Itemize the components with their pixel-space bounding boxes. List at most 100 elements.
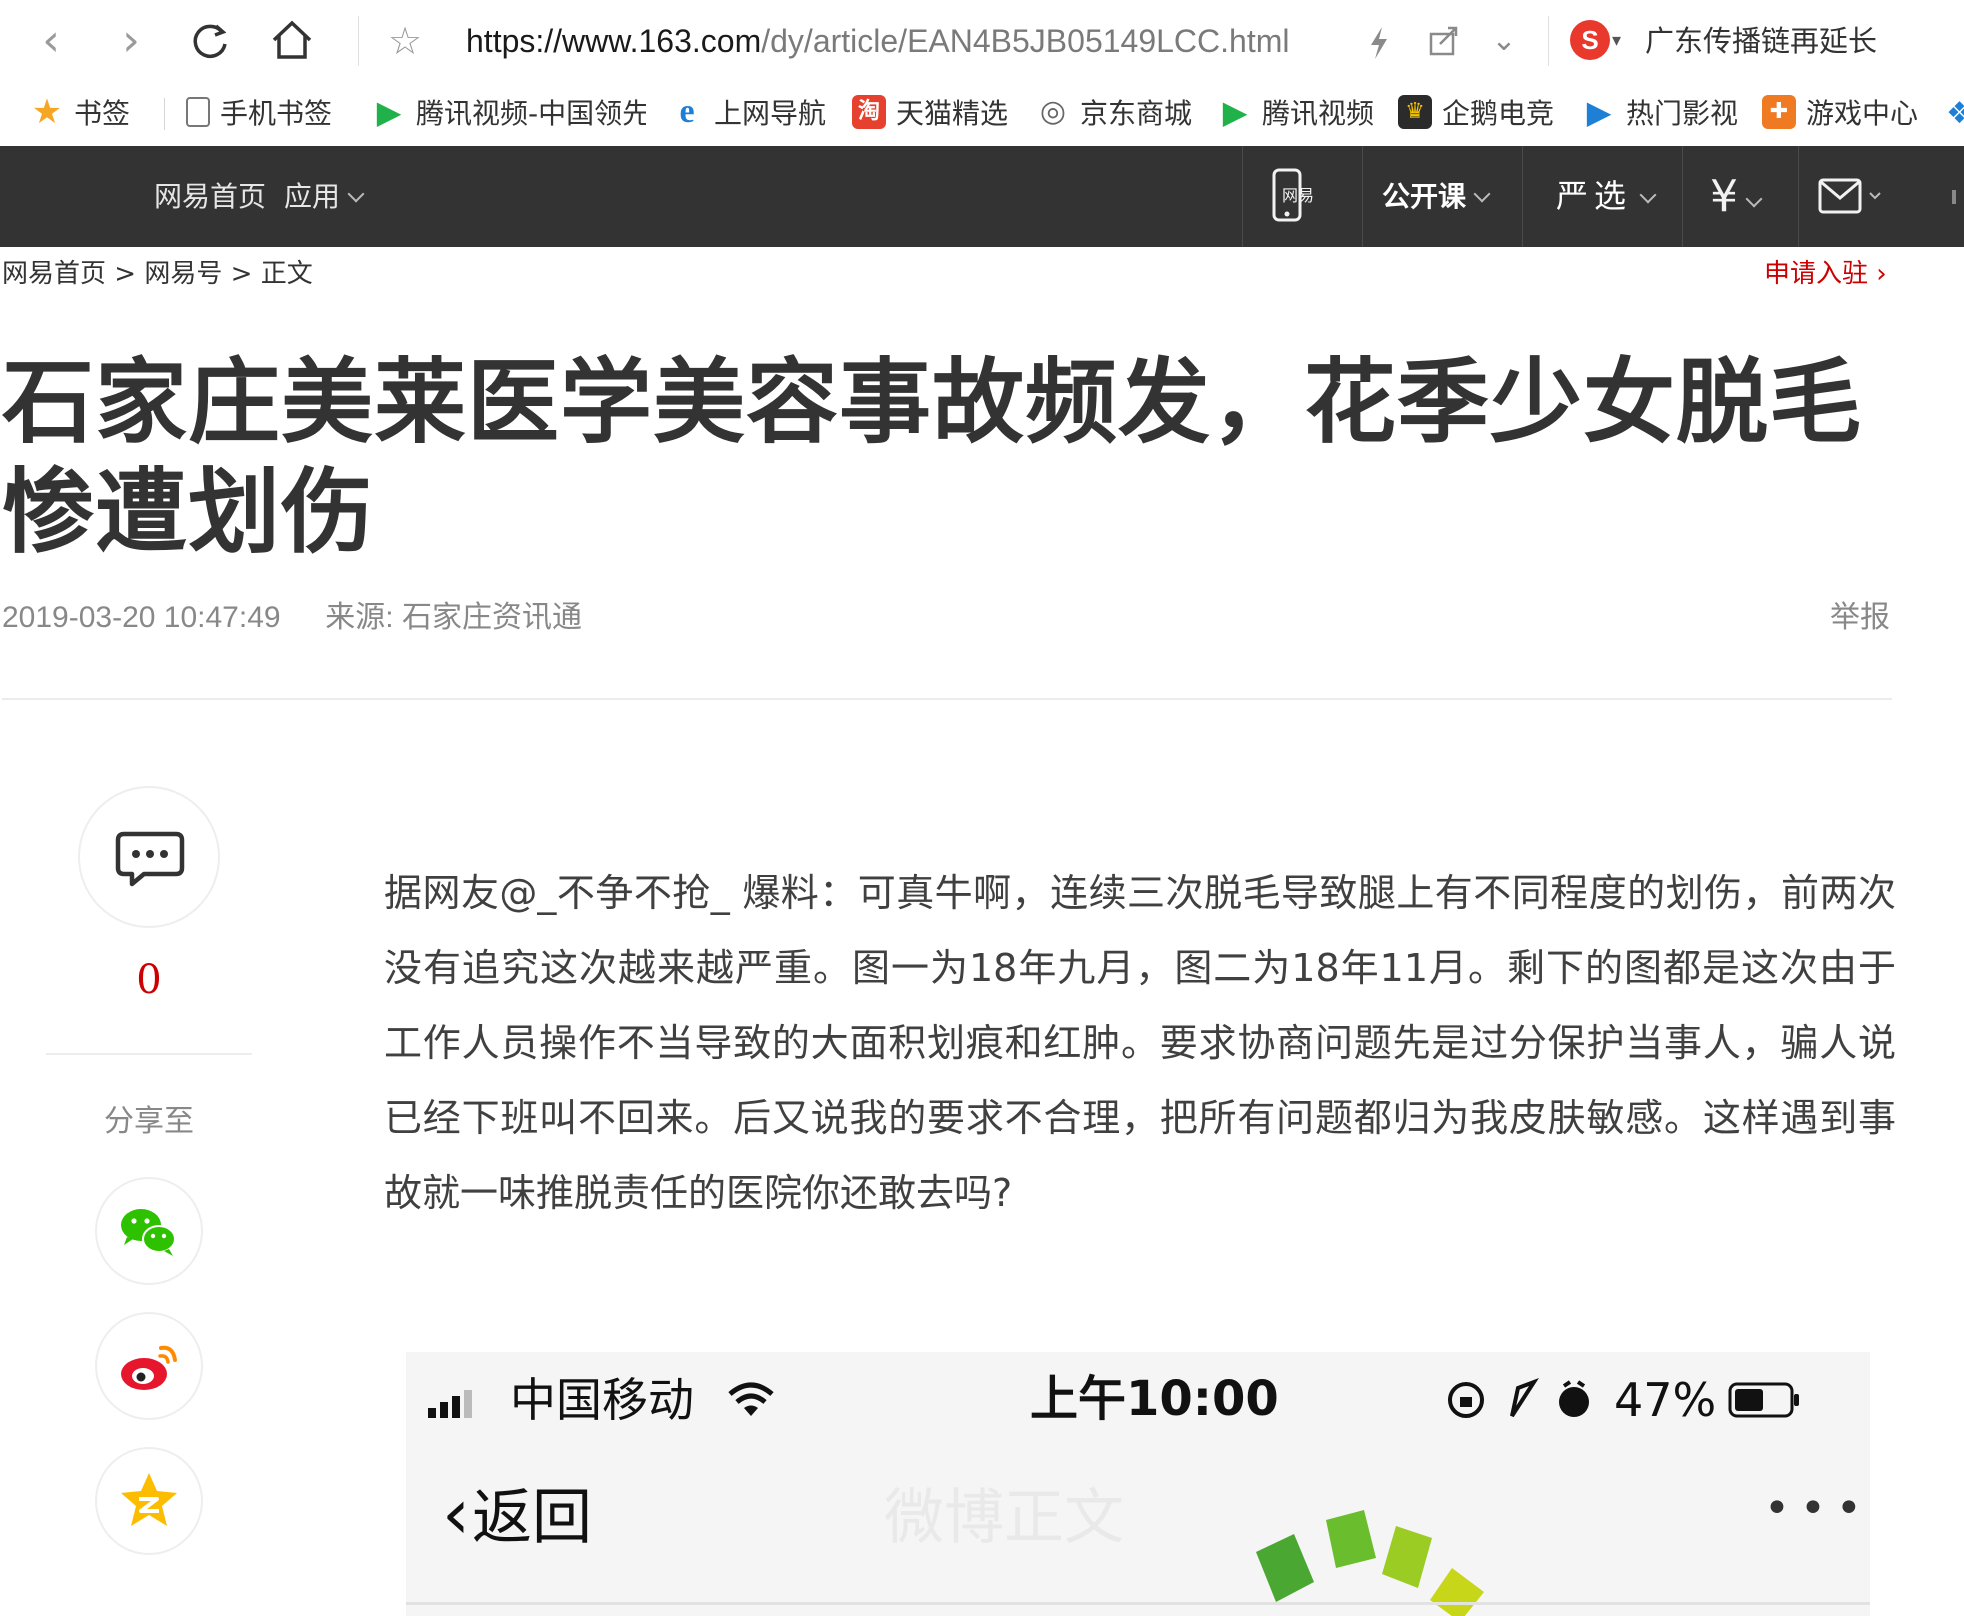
report-link[interactable]: 举报 [1830, 598, 1890, 638]
header-divider [1798, 146, 1799, 247]
globe-icon: ◎ [1039, 94, 1067, 129]
bookmark-item-penguin-esports[interactable]: ♛ 企鹅电竞 [1398, 82, 1554, 146]
status-icons [1444, 1378, 1594, 1422]
header-mail-menu[interactable] [1818, 176, 1890, 218]
tencent-video-icon: ▶ [376, 93, 402, 131]
share-weibo-button[interactable] [95, 1312, 203, 1420]
penguin-esports-icon: ♛ [1398, 95, 1432, 129]
home-icon[interactable] [268, 18, 316, 62]
search-hint[interactable]: 广东传播链再延长 [1645, 0, 1877, 82]
reload-icon[interactable] [188, 20, 232, 64]
bookmark-item-tencent-video-cn[interactable]: ▶ 腾讯视频-中国领先 [372, 82, 646, 146]
yanxuan-label: 严选 [1556, 177, 1633, 215]
share-label: 分享至 [104, 1104, 194, 1139]
header-divider [1682, 146, 1683, 247]
battery-icon [1728, 1382, 1802, 1418]
source-link[interactable]: 石家庄资讯通 [402, 601, 582, 634]
bookmark-label: 腾讯视频 [1262, 97, 1375, 130]
watermark-text: 微博正文 [884, 1483, 1124, 1553]
chevron-down-icon [347, 185, 365, 203]
chevron-down-icon [1745, 190, 1763, 208]
bookmark-item-tencent-video[interactable]: ▶ 腾讯视频 [1218, 82, 1374, 146]
header-apps-menu[interactable]: 应用 [284, 146, 365, 247]
more-options-icon[interactable]: ••• [1764, 1484, 1870, 1534]
article-image[interactable]: 中国移动 上午10:00 47% ‹返回 微博正文 ••• [406, 1352, 1870, 1616]
bookmark-label: 企鹅电竞 [1442, 97, 1555, 130]
bookmark-label: 手机书签 [220, 97, 333, 130]
yen-icon: ¥ [1710, 171, 1738, 222]
back-icon[interactable]: ‹ [26, 0, 76, 82]
toolbar-divider [358, 16, 359, 66]
image-divider [406, 1602, 1870, 1605]
bookmark-label: 热门影视 [1626, 97, 1739, 130]
url-path: /dy/article/EAN4B5JB05149LCC.html [761, 23, 1290, 59]
bookmarks-divider [164, 98, 165, 130]
header-divider [1242, 146, 1243, 247]
chevron-down-icon [1639, 186, 1657, 204]
comment-button[interactable] [78, 786, 220, 928]
qzone-icon [121, 1473, 177, 1526]
comment-count[interactable]: 0 [78, 958, 220, 1002]
bookmark-label: 天猫精选 [896, 97, 1009, 130]
svg-text:网易: 网易 [1282, 186, 1314, 205]
header-open-course-menu[interactable]: 公开课 [1382, 146, 1491, 247]
apply-link-label: 申请入驻 [1764, 259, 1869, 289]
bookmark-label: 游戏中心 [1806, 97, 1919, 130]
bookmark-item-bookmarks[interactable]: ★ 书签 [30, 82, 130, 146]
article-body: 据网友@_不争不抢_ 爆料：可真牛啊，连续三次脱毛导致腿上有不同程度的划伤，前两… [384, 871, 1896, 1215]
bookmark-label: 腾讯视频-中国领先 [416, 97, 646, 130]
bookmark-label: 京东商城 [1080, 97, 1193, 130]
signal-icon [428, 1386, 482, 1420]
status-time: 上午10:00 [1030, 1371, 1279, 1427]
bookmark-item-game-center[interactable]: ✚ 游戏中心 [1762, 82, 1918, 146]
bookmark-item-hot-movies[interactable]: ▶ 热门影视 [1582, 82, 1738, 146]
search-engine-icon[interactable]: S [1570, 20, 1610, 60]
more-bookmarks-icon[interactable]: ❖ [1946, 82, 1964, 146]
address-bar[interactable]: https://www.163.com/dy/article/EAN4B5JB0… [448, 8, 1388, 74]
chevron-right-icon: › [1876, 259, 1887, 289]
toolbar-divider [1548, 16, 1549, 66]
lightning-icon[interactable] [1368, 26, 1390, 60]
search-engine-dropdown-icon[interactable]: ▾ [1612, 26, 1621, 56]
site-header: 网易首页 应用 网易 公开课 严选 ¥ [0, 146, 1964, 247]
url-text[interactable]: https://www.163.com/dy/article/EAN4B5JB0… [466, 8, 1289, 74]
breadcrumb-home[interactable]: 网易首页 [2, 259, 106, 289]
phone-icon [186, 97, 210, 127]
share-divider [46, 1053, 252, 1055]
bookmark-item-tmall[interactable]: 淘天猫精选 [852, 82, 1008, 146]
bookmarks-bar: ★ 书签 手机书签 ▶ 腾讯视频-中国领先 e 上网导航 淘天猫精选 ◎ 京东商城 ▶ 腾… [0, 82, 1964, 147]
bookmark-item-jd[interactable]: ◎ 京东商城 [1036, 82, 1192, 146]
star-bookmark-icon[interactable]: ☆ [382, 0, 428, 82]
dropdown-icon[interactable]: ⌄ [1486, 0, 1522, 82]
bookmark-item-navigation[interactable]: e 上网导航 [670, 82, 826, 146]
battery-percent: 47% [1614, 1373, 1717, 1427]
gamepad-icon: ✚ [1762, 95, 1796, 129]
header-home-link[interactable]: 网易首页 [154, 146, 266, 247]
share-qzone-button[interactable] [95, 1447, 203, 1555]
source-label: 来源: [325, 601, 394, 634]
breadcrumb-separator: > [114, 259, 137, 289]
back-button[interactable]: ‹返回 [442, 1474, 592, 1558]
article-title: 石家庄美莱医学美容事故频发，花季少女脱毛惨遭划伤 [2, 349, 1863, 566]
forward-icon[interactable]: › [106, 0, 156, 82]
header-divider [1522, 146, 1523, 247]
comment-icon [115, 831, 185, 887]
bookmark-item-mobile[interactable]: 手机书签 [186, 82, 332, 146]
bookmark-label: 书签 [74, 97, 131, 130]
back-label: 返回 [472, 1483, 592, 1553]
header-overflow-indicator [1952, 190, 1956, 204]
wifi-icon [726, 1380, 776, 1420]
open-course-label: 公开课 [1382, 180, 1467, 213]
ie-icon: e [679, 93, 695, 130]
apply-link[interactable]: 申请入驻 › [1764, 256, 1887, 292]
breadcrumb-section[interactable]: 网易号 [144, 259, 222, 289]
publish-datetime: 2019-03-20 10:47:49 [2, 601, 281, 634]
header-yanxuan-menu[interactable]: 严选 [1556, 146, 1657, 247]
share-wechat-button[interactable] [95, 1177, 203, 1285]
mobile-app-icon[interactable]: 网易 [1270, 168, 1330, 224]
tmall-icon: 淘 [852, 95, 886, 129]
share-page-icon[interactable] [1428, 24, 1460, 58]
header-finance-menu[interactable]: ¥ [1710, 146, 1763, 252]
carrier-name: 中国移动 [510, 1373, 694, 1427]
breadcrumb-current: 正文 [260, 259, 313, 289]
